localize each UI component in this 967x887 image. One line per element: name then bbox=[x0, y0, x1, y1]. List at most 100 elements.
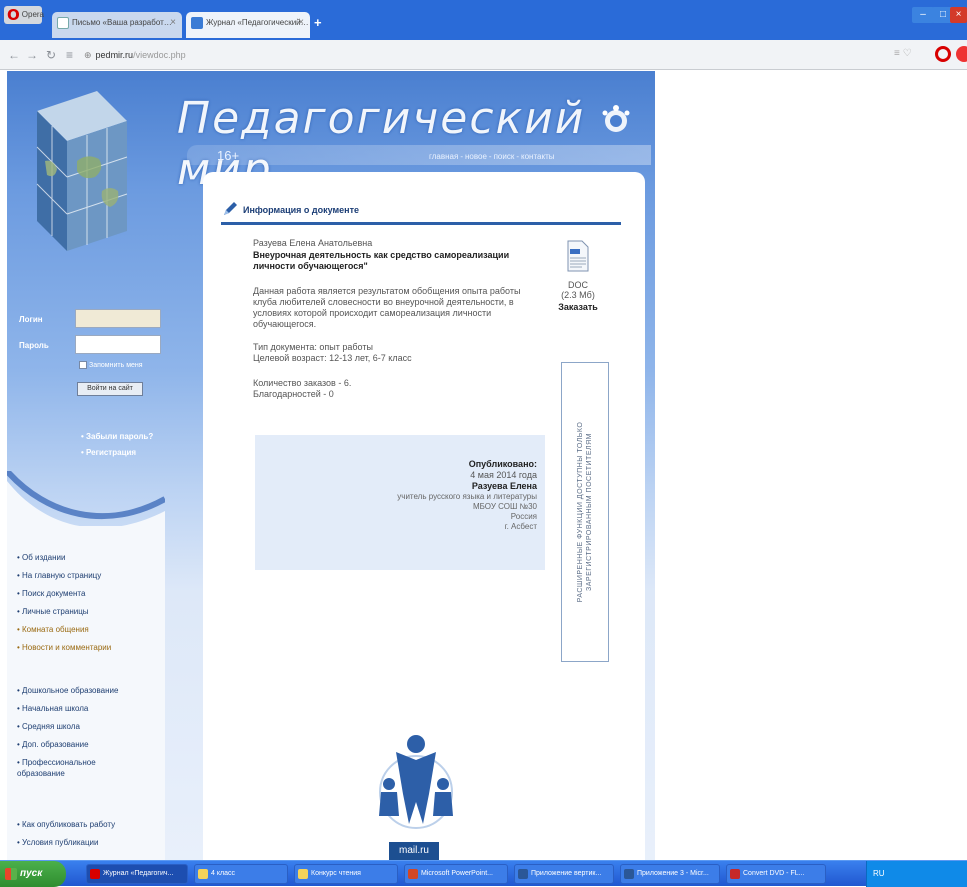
window-minimize-button[interactable]: – bbox=[912, 7, 934, 23]
word-icon bbox=[518, 869, 528, 879]
url-input[interactable]: ⊕ pedmir.ru/viewdoc.php bbox=[84, 47, 864, 64]
document-type: Тип документа: опыт работы bbox=[253, 342, 373, 352]
mailru-counter[interactable]: mail.ru bbox=[389, 842, 439, 860]
people-logo-icon bbox=[379, 735, 453, 829]
new-tab-plus-icon[interactable]: + bbox=[314, 15, 322, 30]
taskbar-item-folder-contest[interactable]: Конкурс чтения bbox=[294, 864, 398, 884]
tab-mail[interactable]: Письмо «Ваша разработ… × bbox=[52, 12, 182, 38]
taskbar-item-folder-4class[interactable]: 4 класс bbox=[194, 864, 288, 884]
section-title: Информация о документе bbox=[243, 205, 360, 215]
opera-extension-icon[interactable] bbox=[935, 46, 951, 62]
published-position: учитель русского языка и литературы bbox=[397, 492, 537, 501]
section-header: Информация о документе bbox=[221, 200, 621, 222]
login-form: Логин Пароль Запомнить меня Войти на сай… bbox=[19, 306, 164, 457]
published-country: Россия bbox=[510, 512, 537, 521]
menu-item-additional-education[interactable]: • Доп. образование bbox=[17, 736, 118, 754]
tab-label: Письмо «Ваша разработ… bbox=[72, 18, 172, 27]
remember-me-label: Запомнить меня bbox=[89, 361, 143, 369]
menu-item-secondary-school[interactable]: • Средняя школа bbox=[17, 718, 118, 736]
reload-icon[interactable]: ↻ bbox=[46, 48, 56, 62]
menu-item-publishing-terms[interactable]: • Условия публикации bbox=[17, 834, 115, 852]
windows-flag-icon bbox=[5, 868, 17, 880]
menu-item-primary-school[interactable]: • Начальная школа bbox=[17, 700, 118, 718]
menu-item-personal-pages[interactable]: • Личные страницы bbox=[17, 603, 111, 621]
forward-arrow-icon[interactable]: → bbox=[26, 48, 38, 62]
converter-icon bbox=[730, 869, 740, 879]
published-author: Разуева Елена bbox=[471, 481, 537, 491]
password-input[interactable] bbox=[75, 335, 161, 354]
registered-only-notice: РАСШИРЕННЫЕ ФУНКЦИИ ДОСТУПНЫ ТОЛЬКО ЗАРЕ… bbox=[561, 362, 609, 662]
menu-item-preschool[interactable]: • Дошкольное образование bbox=[17, 682, 118, 700]
site-info-icon[interactable]: ⊕ bbox=[84, 50, 92, 60]
nav-new-link[interactable]: новое bbox=[465, 152, 487, 161]
age-rating-badge: 16+ bbox=[217, 148, 240, 163]
nav-home-link[interactable]: главная bbox=[429, 152, 458, 161]
document-title: Внеурочная деятельность как средство сам… bbox=[253, 250, 510, 271]
remember-me-checkbox[interactable]: Запомнить меня bbox=[79, 361, 143, 369]
document-info: Разуева Елена Анатольевна Внеурочная дея… bbox=[253, 238, 553, 400]
folder-icon bbox=[298, 869, 308, 879]
published-city: г. Асбест bbox=[504, 522, 537, 531]
taskbar-item-word-2[interactable]: Приложение 3 - Micr... bbox=[620, 864, 720, 884]
content-panel: Информация о документе Разуева Елена Ана… bbox=[203, 172, 645, 860]
task-label: Приложение 3 - Micr... bbox=[637, 870, 709, 877]
nav-strip bbox=[187, 145, 651, 165]
bookmark-heart-icon[interactable]: ≡ ♡ bbox=[894, 48, 912, 59]
task-label: Приложение вертик... bbox=[531, 870, 602, 877]
tab-close-icon[interactable]: × bbox=[298, 12, 304, 34]
mail-favicon-icon bbox=[57, 17, 69, 29]
emblem-icon bbox=[602, 105, 630, 132]
opera-menu-label: Opera bbox=[21, 10, 44, 20]
globe-cube-logo bbox=[36, 91, 128, 251]
language-indicator[interactable]: RU bbox=[873, 869, 885, 878]
menu-main: • Об издании • На главную страницу • Пои… bbox=[17, 549, 111, 657]
tab-close-icon[interactable]: × bbox=[170, 12, 176, 34]
password-label: Пароль bbox=[19, 341, 49, 350]
task-label: Конкурс чтения bbox=[311, 870, 361, 877]
signin-button[interactable]: Войти на сайт bbox=[77, 382, 143, 396]
published-label: Опубликовано: bbox=[468, 459, 537, 469]
opera-menu-button[interactable]: O Opera bbox=[4, 6, 44, 24]
doc-format: DOC bbox=[568, 280, 588, 290]
register-link[interactable]: • Регистрация bbox=[81, 448, 136, 457]
nav-search-link[interactable]: поиск bbox=[494, 152, 515, 161]
back-arrow-icon[interactable]: ← bbox=[8, 48, 20, 62]
address-bar: ← → ↻ ≡ ⊕ pedmir.ru/viewdoc.php ≡ ♡ bbox=[0, 40, 967, 70]
menu-item-about[interactable]: • Об издании bbox=[17, 549, 111, 567]
start-label: пуск bbox=[20, 868, 43, 879]
taskbar-item-word-1[interactable]: Приложение вертик... bbox=[514, 864, 614, 884]
opera-task-icon bbox=[90, 869, 100, 879]
opera-logo-icon: O bbox=[7, 6, 20, 24]
menu-publishing: • Как опубликовать работу • Условия публ… bbox=[17, 816, 115, 852]
published-box: Опубликовано: 4 мая 2014 года Разуева Ел… bbox=[255, 435, 545, 570]
document-description: Данная работа является результатом обобщ… bbox=[253, 286, 521, 329]
login-input[interactable] bbox=[75, 309, 161, 328]
menu-item-home[interactable]: • На главную страницу bbox=[17, 567, 111, 585]
browser-title-bar: O Opera Письмо «Ваша разработ… × Журнал «… bbox=[0, 0, 967, 40]
order-document-link[interactable]: Заказать bbox=[558, 302, 598, 312]
forgot-password-link[interactable]: • Забыли пароль? bbox=[81, 432, 153, 441]
url-path: /viewdoc.php bbox=[133, 50, 186, 60]
extension-icon[interactable] bbox=[956, 46, 967, 62]
tab-label: Журнал «Педагогический… bbox=[206, 18, 309, 27]
taskbar-item-opera[interactable]: Журнал «Педагогич... bbox=[86, 864, 188, 884]
login-label: Логин bbox=[19, 315, 43, 324]
menu-item-search[interactable]: • Поиск документа bbox=[17, 585, 111, 603]
taskbar-item-dvd-converter[interactable]: Convert DVD - FL... bbox=[726, 864, 826, 884]
doc-file-icon[interactable] bbox=[567, 240, 589, 272]
window-close-button[interactable]: × bbox=[950, 7, 967, 23]
site-container: Педагогический мир 16+ главная - новое - пои… bbox=[7, 71, 655, 860]
start-button[interactable]: пуск bbox=[0, 861, 66, 887]
checkbox-icon[interactable] bbox=[79, 361, 87, 369]
password-row: Пароль bbox=[19, 332, 164, 358]
taskbar-item-powerpoint[interactable]: Microsoft PowerPoint... bbox=[404, 864, 508, 884]
tab-journal[interactable]: Журнал «Педагогический… × bbox=[186, 12, 310, 38]
nav-contacts-link[interactable]: контакты bbox=[521, 152, 554, 161]
menu-item-professional-education[interactable]: • Профессиональное образование bbox=[17, 754, 117, 782]
mailru-counter-label: mail.ru bbox=[398, 845, 429, 856]
web-page: Педагогический мир 16+ главная - новое - пои… bbox=[0, 71, 967, 860]
menu-item-news[interactable]: • Новости и комментарии bbox=[17, 639, 111, 657]
speed-dial-icon[interactable]: ≡ bbox=[66, 48, 73, 62]
menu-item-chat-room[interactable]: • Комната общения bbox=[17, 621, 111, 639]
menu-item-how-to-publish[interactable]: • Как опубликовать работу bbox=[17, 816, 115, 834]
